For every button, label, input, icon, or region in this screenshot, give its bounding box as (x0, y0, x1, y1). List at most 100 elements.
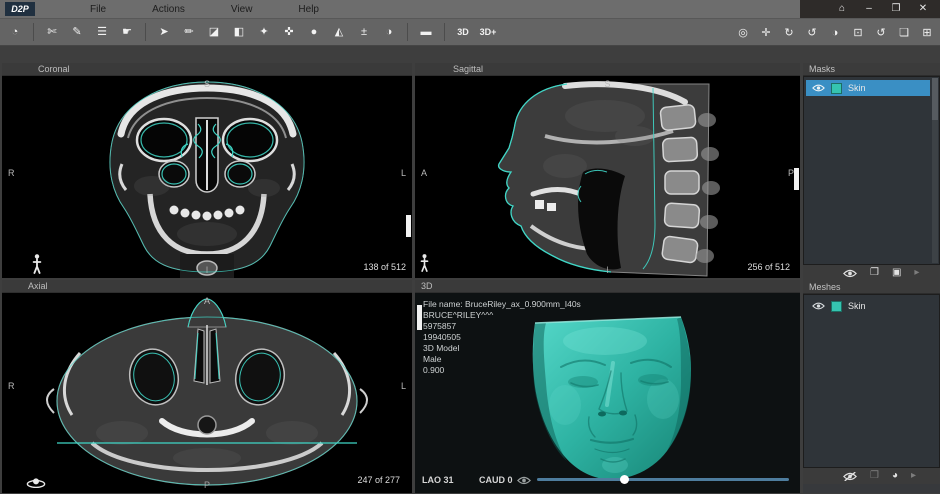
mesh-visibility-eye-icon[interactable] (812, 302, 825, 310)
minimize-button[interactable]: – (860, 1, 878, 17)
menu-help[interactable]: Help (298, 4, 319, 15)
eraser-tool-icon[interactable]: ◪ (204, 23, 224, 41)
masks-list: Skin (803, 76, 940, 265)
axial-view-header: Axial (2, 280, 412, 293)
toolbar-left-group: ◔ ✄ ✎ ☰ ☛ ➤ ✏ ◪ ◧ ✦ ✜ ● ◭ ± ◑ ▬ 3D 3D+ (0, 23, 498, 41)
axial-slice-counter: 247 of 277 (357, 475, 400, 485)
axial-viewport[interactable]: A R L P 247 of 277 (2, 293, 412, 493)
patient-sex: Male (423, 354, 581, 365)
meshes-panel-title: Meshes (809, 282, 841, 292)
three-d-scrollbar[interactable] (417, 305, 422, 330)
magic-wand-tool-icon[interactable]: ✦ (254, 23, 274, 41)
view-3d-add-button[interactable]: 3D+ (478, 23, 498, 41)
reset-view-icon[interactable]: ↺ (871, 24, 891, 42)
window-level-tool-icon[interactable]: ◑ (825, 24, 845, 42)
patient-id: 5975857 (423, 321, 581, 332)
smudge-tool-icon[interactable]: ☛ (117, 23, 137, 41)
zoom-tool-icon[interactable]: ◎ (733, 24, 753, 42)
meshes-list: Skin (803, 294, 940, 468)
orbit-tool-icon[interactable]: ↺ (802, 24, 822, 42)
contour-pen-tool-icon[interactable]: ✎ (67, 23, 87, 41)
sagittal-slice-counter: 256 of 512 (747, 262, 790, 272)
orientation-inferior: I (606, 265, 609, 275)
coronal-viewport[interactable]: S R L I 138 of 512 (2, 76, 412, 278)
rotate-tool-icon[interactable]: ↻ (779, 24, 799, 42)
layout-grid-icon[interactable]: ⊞ (917, 24, 937, 42)
orientation-superior: S (604, 79, 610, 89)
visibility-eye-icon[interactable] (517, 476, 531, 485)
plus-minus-tool-icon[interactable]: ± (354, 23, 374, 41)
three-d-view-header: 3D (415, 280, 800, 293)
hide-mesh-eye-off-icon[interactable] (843, 472, 857, 481)
sagittal-slice-scrollbar[interactable] (794, 168, 799, 190)
orientation-right: R (8, 381, 15, 391)
mesh-material-icon[interactable]: ◕ (892, 468, 898, 484)
pan-tool-icon[interactable]: ✛ (756, 24, 776, 42)
duplicate-mesh-icon[interactable]: ❐ (870, 468, 879, 484)
masks-scrollbar[interactable] (932, 78, 938, 263)
toolbar-right-group: ◎ ✛ ↻ ↺ ◑ ⊡ ↺ ❏ ⊞ (733, 20, 937, 46)
meshes-toolbar: ❐ ◕ ▸ (803, 468, 940, 484)
menu-view[interactable]: View (231, 4, 253, 15)
toolbar-separator (407, 23, 408, 41)
orientation-inferior: I (206, 265, 209, 275)
menu-actions[interactable]: Actions (152, 4, 185, 15)
three-d-view: 3D (415, 280, 800, 493)
axial-view: Axial (2, 280, 412, 493)
coronal-slice-scrollbar[interactable] (406, 215, 411, 237)
scalpel-tool-icon[interactable]: ✄ (42, 23, 62, 41)
patient-name: BRUCE^RILEY^^^ (423, 310, 581, 321)
title-bar: D2P File Actions View Help ⌂ – ❐ ✕ (0, 0, 940, 18)
sagittal-viewport[interactable]: S A P I 256 of 512 (415, 76, 800, 278)
mesh-item-label: Skin (848, 301, 866, 311)
meshes-panel-header: Meshes (803, 281, 940, 294)
inspect-tool-icon[interactable]: ❏ (894, 24, 914, 42)
more-masks-icon[interactable]: ▸ (914, 265, 919, 281)
model-opacity-slider[interactable] (537, 478, 789, 481)
home-icon[interactable]: ⌂ (833, 1, 851, 17)
view-3d-button[interactable]: 3D (453, 23, 473, 41)
paint-brush-tool-icon[interactable]: ✏ (179, 23, 199, 41)
sagittal-ct-image (415, 76, 800, 278)
orientation-anterior: A (421, 168, 427, 178)
close-button[interactable]: ✕ (914, 1, 932, 17)
coronal-view-title: Coronal (38, 64, 70, 74)
show-mask-eye-icon[interactable] (843, 269, 857, 278)
add-seed-tool-icon[interactable]: ✜ (279, 23, 299, 41)
orientation-right: R (8, 168, 15, 178)
collapse-tool-icon[interactable]: ▬ (416, 23, 436, 41)
sphere-tool-icon[interactable]: ● (304, 23, 324, 41)
slice-lines-tool-icon[interactable]: ☰ (92, 23, 112, 41)
window-controls: ⌂ – ❐ ✕ (800, 0, 940, 18)
three-d-viewport[interactable]: File name: BruceRiley_ax_0.900mm_I40s BR… (415, 293, 800, 493)
pointer-tool-icon[interactable]: ➤ (154, 23, 174, 41)
coronal-ct-image (2, 76, 412, 278)
mesh-item-skin[interactable]: Skin (806, 298, 930, 314)
axial-ct-image (2, 293, 412, 493)
tilt-readout: CAUD 0 (479, 475, 513, 485)
threshold-range-tool-icon[interactable]: ◭ (329, 23, 349, 41)
restore-button[interactable]: ❐ (887, 1, 905, 17)
menu-file[interactable]: File (90, 4, 106, 15)
sagittal-view-title: Sagittal (453, 64, 483, 74)
more-meshes-icon[interactable]: ▸ (911, 468, 916, 484)
contrast-tool-icon[interactable]: ◑ (379, 23, 399, 41)
fill-bucket-tool-icon[interactable]: ◧ (229, 23, 249, 41)
patient-orientation-figure-icon (32, 254, 42, 274)
patient-orientation-top-icon (26, 476, 46, 488)
threshold-seed-tool-icon[interactable]: ◔ (5, 23, 25, 41)
mesh-color-swatch[interactable] (831, 301, 842, 312)
masks-scrollbar-thumb[interactable] (932, 78, 938, 120)
orientation-left: L (401, 168, 406, 178)
orientation-posterior: P (204, 480, 210, 490)
duplicate-mask-icon[interactable]: ❐ (870, 265, 879, 281)
crop-box-tool-icon[interactable]: ⊡ (848, 24, 868, 42)
export-mask-icon[interactable]: ▣ (892, 265, 901, 281)
mask-visibility-eye-icon[interactable] (812, 84, 825, 92)
mask-color-swatch[interactable] (831, 83, 842, 94)
right-sidebar: Masks Skin ❐ ▣ ▸ Meshes Skin (803, 63, 940, 493)
scan-info-overlay: File name: BruceRiley_ax_0.900mm_I40s BR… (423, 299, 581, 376)
mask-item-skin[interactable]: Skin (806, 80, 930, 96)
main-toolbar: ◔ ✄ ✎ ☰ ☛ ➤ ✏ ◪ ◧ ✦ ✜ ● ◭ ± ◑ ▬ 3D 3D+ ◎… (0, 18, 940, 46)
orientation-left: L (401, 381, 406, 391)
